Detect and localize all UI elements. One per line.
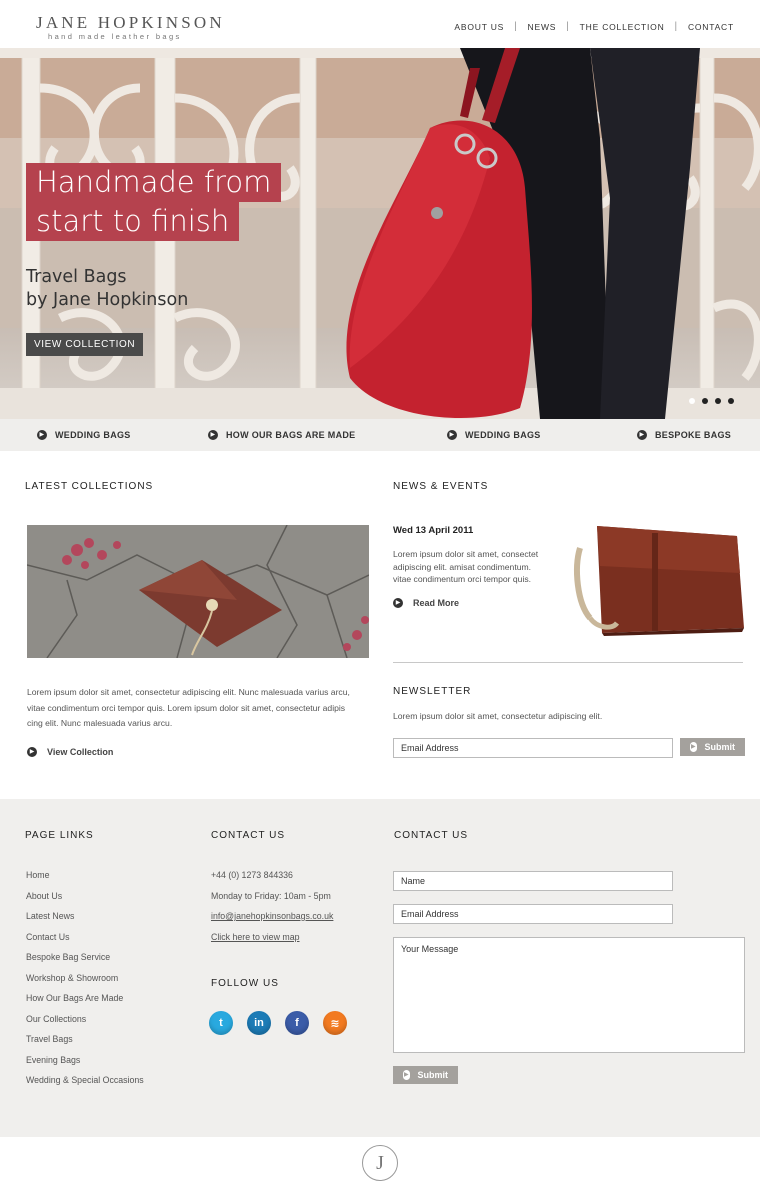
nav-about-us[interactable]: ABOUT US	[454, 22, 504, 32]
footer-link-wedding[interactable]: Wedding & Special Occasions	[26, 1074, 144, 1095]
slider-dot[interactable]	[702, 398, 708, 404]
news-text: Lorem ipsum dolor sit amet, consectet ad…	[393, 548, 563, 586]
hero-banner: Handmade from start to finish Travel Bag…	[0, 48, 760, 419]
view-map-link[interactable]: Click here to view map	[211, 931, 333, 952]
text-line: adipiscing elit. amisat condimentum.	[393, 561, 532, 572]
view-collection-link[interactable]: ▶ View Collection	[27, 747, 113, 757]
linkedin-icon[interactable]: in	[247, 1011, 271, 1035]
arrow-right-icon: ▶	[27, 747, 37, 757]
quick-link-wedding-bags[interactable]: ▶ WEDDING BAGS	[37, 430, 131, 440]
contact-email-field[interactable]: Email Address	[393, 904, 673, 924]
contact-info-title: CONTACT US	[211, 830, 286, 841]
footer-link-how-made[interactable]: How Our Bags Are Made	[26, 992, 144, 1013]
hero-subtitle-line: by Jane Hopkinson	[26, 290, 189, 310]
footer-link-bespoke[interactable]: Bespoke Bag Service	[26, 951, 144, 972]
hero-title-line: Handmade from	[26, 163, 282, 202]
arrow-right-icon: ▶	[37, 430, 47, 440]
page-links-list: Home About Us Latest News Contact Us Bes…	[26, 869, 144, 1095]
view-collection-button[interactable]: VIEW COLLECTION	[26, 333, 144, 356]
contact-email-link[interactable]: info@janehopkinsonbags.co.uk	[211, 910, 333, 931]
social-links: t in f ≋	[209, 1011, 347, 1035]
contact-phone: +44 (0) 1273 844336	[211, 870, 293, 880]
quick-link-label: WEDDING BAGS	[55, 430, 131, 440]
arrow-right-icon: ▶	[393, 598, 403, 608]
nav-separator: |	[674, 21, 678, 32]
collection-photo	[27, 525, 369, 658]
contact-form-title: CONTACT US	[394, 830, 469, 841]
footer-link-about-us[interactable]: About Us	[26, 890, 144, 911]
newsletter-text: Lorem ipsum dolor sit amet, consectetur …	[393, 711, 603, 721]
quick-link-label: WEDDING BAGS	[465, 430, 541, 440]
arrow-right-icon: ▶	[447, 430, 457, 440]
logo-name: JANE HOPKINSON	[36, 13, 225, 32]
footer-link-evening-bags[interactable]: Evening Bags	[26, 1054, 144, 1075]
contact-info: +44 (0) 1273 844336 Monday to Friday: 10…	[211, 869, 333, 951]
arrow-right-icon: ▶	[403, 1070, 410, 1080]
twitter-icon[interactable]: t	[209, 1011, 233, 1035]
slider-dots	[689, 398, 734, 404]
site-logo[interactable]: JANE HOPKINSON hand made leather bags	[36, 13, 225, 42]
facebook-icon[interactable]: f	[285, 1011, 309, 1035]
newsletter-title: NEWSLETTER	[393, 686, 472, 697]
read-more-link[interactable]: ▶ Read More	[393, 598, 459, 608]
text-line: vitae condimentum orci tempor quis.	[393, 574, 532, 584]
quick-link-how-made[interactable]: ▶ HOW OUR BAGS ARE MADE	[208, 430, 355, 440]
footer-link-workshop[interactable]: Workshop & Showroom	[26, 972, 144, 993]
hero-title: Handmade from start to finish	[26, 163, 282, 241]
newsletter-email-input[interactable]: Email Address	[393, 738, 673, 758]
footer-link-travel-bags[interactable]: Travel Bags	[26, 1033, 144, 1054]
newsletter-submit-button[interactable]: ▶ Submit	[680, 738, 745, 756]
footer-link-home[interactable]: Home	[26, 869, 144, 890]
footer-link-collections[interactable]: Our Collections	[26, 1013, 144, 1034]
news-events-title: NEWS & EVENTS	[393, 481, 489, 492]
slider-dot[interactable]	[728, 398, 734, 404]
arrow-right-icon: ▶	[690, 742, 697, 752]
contact-name-field[interactable]: Name	[393, 871, 673, 891]
read-more-label: Read More	[413, 598, 460, 608]
contact-message-field[interactable]: Your Message	[393, 937, 745, 1053]
hero-title-line: start to finish	[26, 202, 240, 241]
text-line: cing elit. Nunc malesuada varius arcu.	[27, 718, 173, 728]
main-nav: ABOUT US | NEWS | THE COLLECTION | CONTA…	[454, 21, 734, 32]
text-line: Lorem ipsum dolor sit amet, consectet	[393, 549, 539, 559]
nav-contact[interactable]: CONTACT	[688, 22, 734, 32]
monogram-logo-icon: J	[362, 1145, 398, 1181]
rss-icon[interactable]: ≋	[323, 1011, 347, 1035]
logo-tagline: hand made leather bags	[48, 32, 182, 41]
nav-separator: |	[514, 21, 518, 32]
quick-link-label: BESPOKE BAGS	[655, 430, 732, 440]
text-line: vitae condimentum orci tempor quis. Lore…	[27, 702, 346, 713]
arrow-right-icon: ▶	[637, 430, 647, 440]
submit-label: Submit	[417, 1070, 449, 1080]
quick-link-bespoke-bags[interactable]: ▶ BESPOKE BAGS	[637, 430, 731, 440]
footer-link-latest-news[interactable]: Latest News	[26, 910, 144, 931]
news-date: Wed 13 April 2011	[393, 525, 474, 536]
collection-image[interactable]	[27, 525, 369, 658]
follow-us-title: FOLLOW US	[211, 978, 279, 989]
text-line: Lorem ipsum dolor sit amet, consectetur …	[27, 687, 350, 697]
nav-separator: |	[566, 21, 570, 32]
contact-hours: Monday to Friday: 10am - 5pm	[211, 890, 331, 901]
site-header: JANE HOPKINSON hand made leather bags AB…	[0, 0, 760, 48]
news-bag-image[interactable]	[572, 518, 747, 636]
nav-the-collection[interactable]: THE COLLECTION	[580, 22, 665, 32]
latest-collections-title: LATEST COLLECTIONS	[25, 481, 154, 492]
quick-link-label: HOW OUR BAGS ARE MADE	[226, 430, 356, 440]
nav-news[interactable]: NEWS	[528, 22, 557, 32]
slider-dot[interactable]	[689, 398, 695, 404]
hero-subtitle-line: Travel Bags	[26, 267, 127, 287]
section-divider	[393, 662, 743, 663]
contact-submit-button[interactable]: ▶ Submit	[393, 1066, 458, 1084]
quick-links-bar: ▶ WEDDING BAGS ▶ HOW OUR BAGS ARE MADE ▶…	[0, 419, 760, 451]
submit-label: Submit	[704, 742, 736, 752]
arrow-right-icon: ▶	[208, 430, 218, 440]
view-collection-label: View Collection	[47, 747, 114, 757]
hero-subtitle: Travel Bags by Jane Hopkinson	[26, 266, 188, 312]
page-links-title: PAGE LINKS	[25, 830, 94, 841]
latest-collections-text: Lorem ipsum dolor sit amet, consectetur …	[27, 685, 372, 732]
slider-dot[interactable]	[715, 398, 721, 404]
quick-link-wedding-bags-2[interactable]: ▶ WEDDING BAGS	[447, 430, 541, 440]
footer-link-contact-us[interactable]: Contact Us	[26, 931, 144, 952]
